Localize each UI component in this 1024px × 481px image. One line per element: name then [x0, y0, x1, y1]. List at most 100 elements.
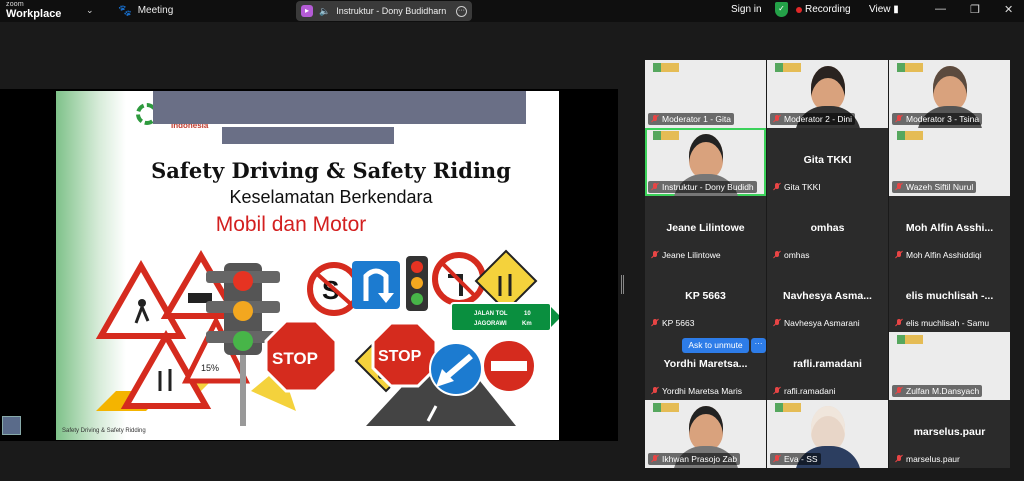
- participant-tile[interactable]: Moderator 3 - Tsina: [889, 60, 1010, 128]
- participant-name-label: Yordhi Maretsa Maris: [648, 385, 745, 397]
- thumbnail-square[interactable]: [2, 416, 21, 435]
- participant-name-label: Moderator 2 - Dini: [770, 113, 856, 125]
- participant-tile[interactable]: Jeane Lilintowe Jeane Lilintowe: [645, 196, 766, 264]
- muted-mic-icon: [895, 387, 903, 395]
- slide-footer: Safety Driving & Safety Ridding: [62, 428, 146, 434]
- restore-icon[interactable]: ❐: [970, 3, 980, 16]
- speaker-icon: 🔈: [319, 5, 331, 16]
- meeting-label: Meeting: [137, 5, 174, 16]
- participant-name-label: Moderator 3 - Tsina: [892, 113, 983, 125]
- participant-video-face: [811, 66, 845, 110]
- toll-sign-km: 10: [524, 311, 531, 317]
- muted-mic-icon: [773, 115, 781, 123]
- traffic-signs-illustration: 15% STOP S STOP JALAN TOL JAGORAWI 10 Km: [95, 249, 559, 426]
- participant-tile[interactable]: marselus.paur marselus.paur: [889, 400, 1010, 468]
- participant-tile[interactable]: Moh Alfin Asshi... Moh Alfin Asshiddiqi: [889, 196, 1010, 264]
- virtual-background-logo: [897, 131, 923, 140]
- screen-share-indicator[interactable]: ▸ 🔈 Instruktur - Dony Budidharn ···: [296, 1, 472, 21]
- view-button[interactable]: View ▮: [869, 4, 899, 15]
- participant-tile[interactable]: Eva - SS: [767, 400, 888, 468]
- virtual-background-logo: [897, 63, 923, 72]
- participant-tile[interactable]: Navhesya Asma... Navhesya Asmarani: [767, 264, 888, 332]
- virtual-background-logo: [775, 403, 801, 412]
- slide-title: Safety Driving & Safety Riding: [151, 158, 511, 183]
- virtual-background-logo: [775, 63, 801, 72]
- more-options-icon[interactable]: ···: [456, 5, 467, 17]
- minimize-icon[interactable]: —: [935, 3, 946, 15]
- participant-name-text: KP 5663: [662, 318, 695, 328]
- participant-tile[interactable]: rafli.ramadani rafli.ramadani: [767, 332, 888, 400]
- participant-name-label: Instruktur - Dony Budidh: [648, 181, 757, 193]
- participant-name-label: elis muchlisah - Samu: [892, 317, 992, 329]
- close-icon[interactable]: ✕: [1004, 3, 1013, 16]
- virtual-background-logo: [653, 63, 679, 72]
- participant-gallery: Moderator 1 - Gita Moderator 2 - Dini Mode…: [645, 60, 1010, 470]
- virtual-background-logo: [653, 403, 679, 412]
- virtual-background-logo: [653, 131, 679, 140]
- participant-tile[interactable]: Moderator 2 - Dini: [767, 60, 888, 128]
- participant-name-text: Ikhwan Prasojo Zab: [662, 454, 738, 464]
- sign-in-button[interactable]: Sign in: [731, 4, 762, 15]
- redaction-block: [222, 127, 394, 144]
- participant-tile[interactable]: Wazeh Siftil Nurul: [889, 128, 1010, 196]
- participant-display-name: Navhesya Asma...: [783, 290, 872, 302]
- participant-tile[interactable]: omhas omhas: [767, 196, 888, 264]
- participant-name-text: elis muchlisah - Samu: [906, 318, 990, 328]
- participant-name-text: marselus.paur: [906, 454, 960, 464]
- participant-name-label: Moh Alfin Asshiddiqi: [892, 249, 985, 261]
- participant-video-face: [689, 134, 723, 178]
- participant-display-name: Yordhi Maretsa...: [663, 358, 748, 370]
- participant-tile[interactable]: Gita TKKI Gita TKKI: [767, 128, 888, 196]
- share-screen-icon: ▸: [301, 5, 313, 17]
- ask-to-unmute-button[interactable]: Ask to unmute: [682, 338, 749, 353]
- zoom-logo-text: zoom: [6, 1, 24, 8]
- stop-sign-text: STOP: [272, 349, 318, 368]
- muted-mic-icon: [773, 455, 781, 463]
- virtual-background-logo: [897, 335, 923, 344]
- muted-mic-icon: [773, 387, 781, 395]
- participant-display-name: Gita TKKI: [803, 154, 852, 166]
- participant-name-text: Jeane Lilintowe: [662, 250, 721, 260]
- panel-resize-handle[interactable]: [621, 275, 624, 294]
- participant-tile[interactable]: Ikhwan Prasojo Zab: [645, 400, 766, 468]
- participant-name-text: Yordhi Maretsa Maris: [662, 386, 742, 396]
- muted-mic-icon: [651, 115, 659, 123]
- meeting-menu[interactable]: 🐾 Meeting: [118, 4, 173, 17]
- participant-name-text: Eva - SS: [784, 454, 818, 464]
- participant-tile[interactable]: Instruktur - Dony Budidh: [645, 128, 766, 196]
- muted-mic-icon: [895, 251, 903, 259]
- paw-icon: 🐾: [118, 5, 132, 17]
- security-shield-icon[interactable]: ✓: [775, 2, 788, 17]
- participant-display-name: elis muchlisah -...: [905, 290, 994, 302]
- grid-icon: ▮: [893, 4, 899, 15]
- participant-more-button[interactable]: ···: [751, 338, 766, 353]
- redaction-block: [153, 91, 526, 124]
- participant-name-text: omhas: [784, 250, 810, 260]
- participant-name-label: Moderator 1 - Gita: [648, 113, 734, 125]
- participant-display-name: Moh Alfin Asshi...: [905, 222, 994, 234]
- participant-tile[interactable]: Moderator 1 - Gita: [645, 60, 766, 128]
- participant-name-label: Jeane Lilintowe: [648, 249, 724, 261]
- participant-display-name: omhas: [810, 222, 845, 234]
- participant-video-face: [811, 406, 845, 450]
- workplace-logo-text: Workplace: [6, 8, 62, 20]
- participant-name-text: Gita TKKI: [784, 182, 821, 192]
- participant-tile[interactable]: KP 5663 KP 5663: [645, 264, 766, 332]
- participant-display-name: rafli.ramadani: [793, 358, 862, 370]
- share-label: Instruktur - Dony Budidharn: [336, 6, 447, 16]
- participant-tile[interactable]: Zulfan M.Dansyach: [889, 332, 1010, 400]
- participant-display-name: Jeane Lilintowe: [666, 222, 745, 234]
- participant-name-text: Moderator 2 - Dini: [784, 114, 853, 124]
- muted-mic-icon: [895, 183, 903, 191]
- participant-tile[interactable]: elis muchlisah -... elis muchlisah - Samu: [889, 264, 1010, 332]
- participant-display-name: marselus.paur: [913, 426, 986, 438]
- muted-mic-icon: [651, 455, 659, 463]
- muted-mic-icon: [773, 183, 781, 191]
- participant-name-text: Zulfan M.Dansyach: [906, 386, 980, 396]
- recording-indicator[interactable]: Recording: [796, 4, 851, 15]
- recording-dot-icon: [796, 6, 802, 13]
- participant-name-label: Eva - SS: [770, 453, 821, 465]
- muted-mic-icon: [895, 455, 903, 463]
- chevron-down-icon[interactable]: ⌄: [86, 5, 94, 16]
- title-bar: zoom Workplace ⌄ 🐾 Meeting ▸ 🔈 Instruktu…: [0, 0, 1024, 22]
